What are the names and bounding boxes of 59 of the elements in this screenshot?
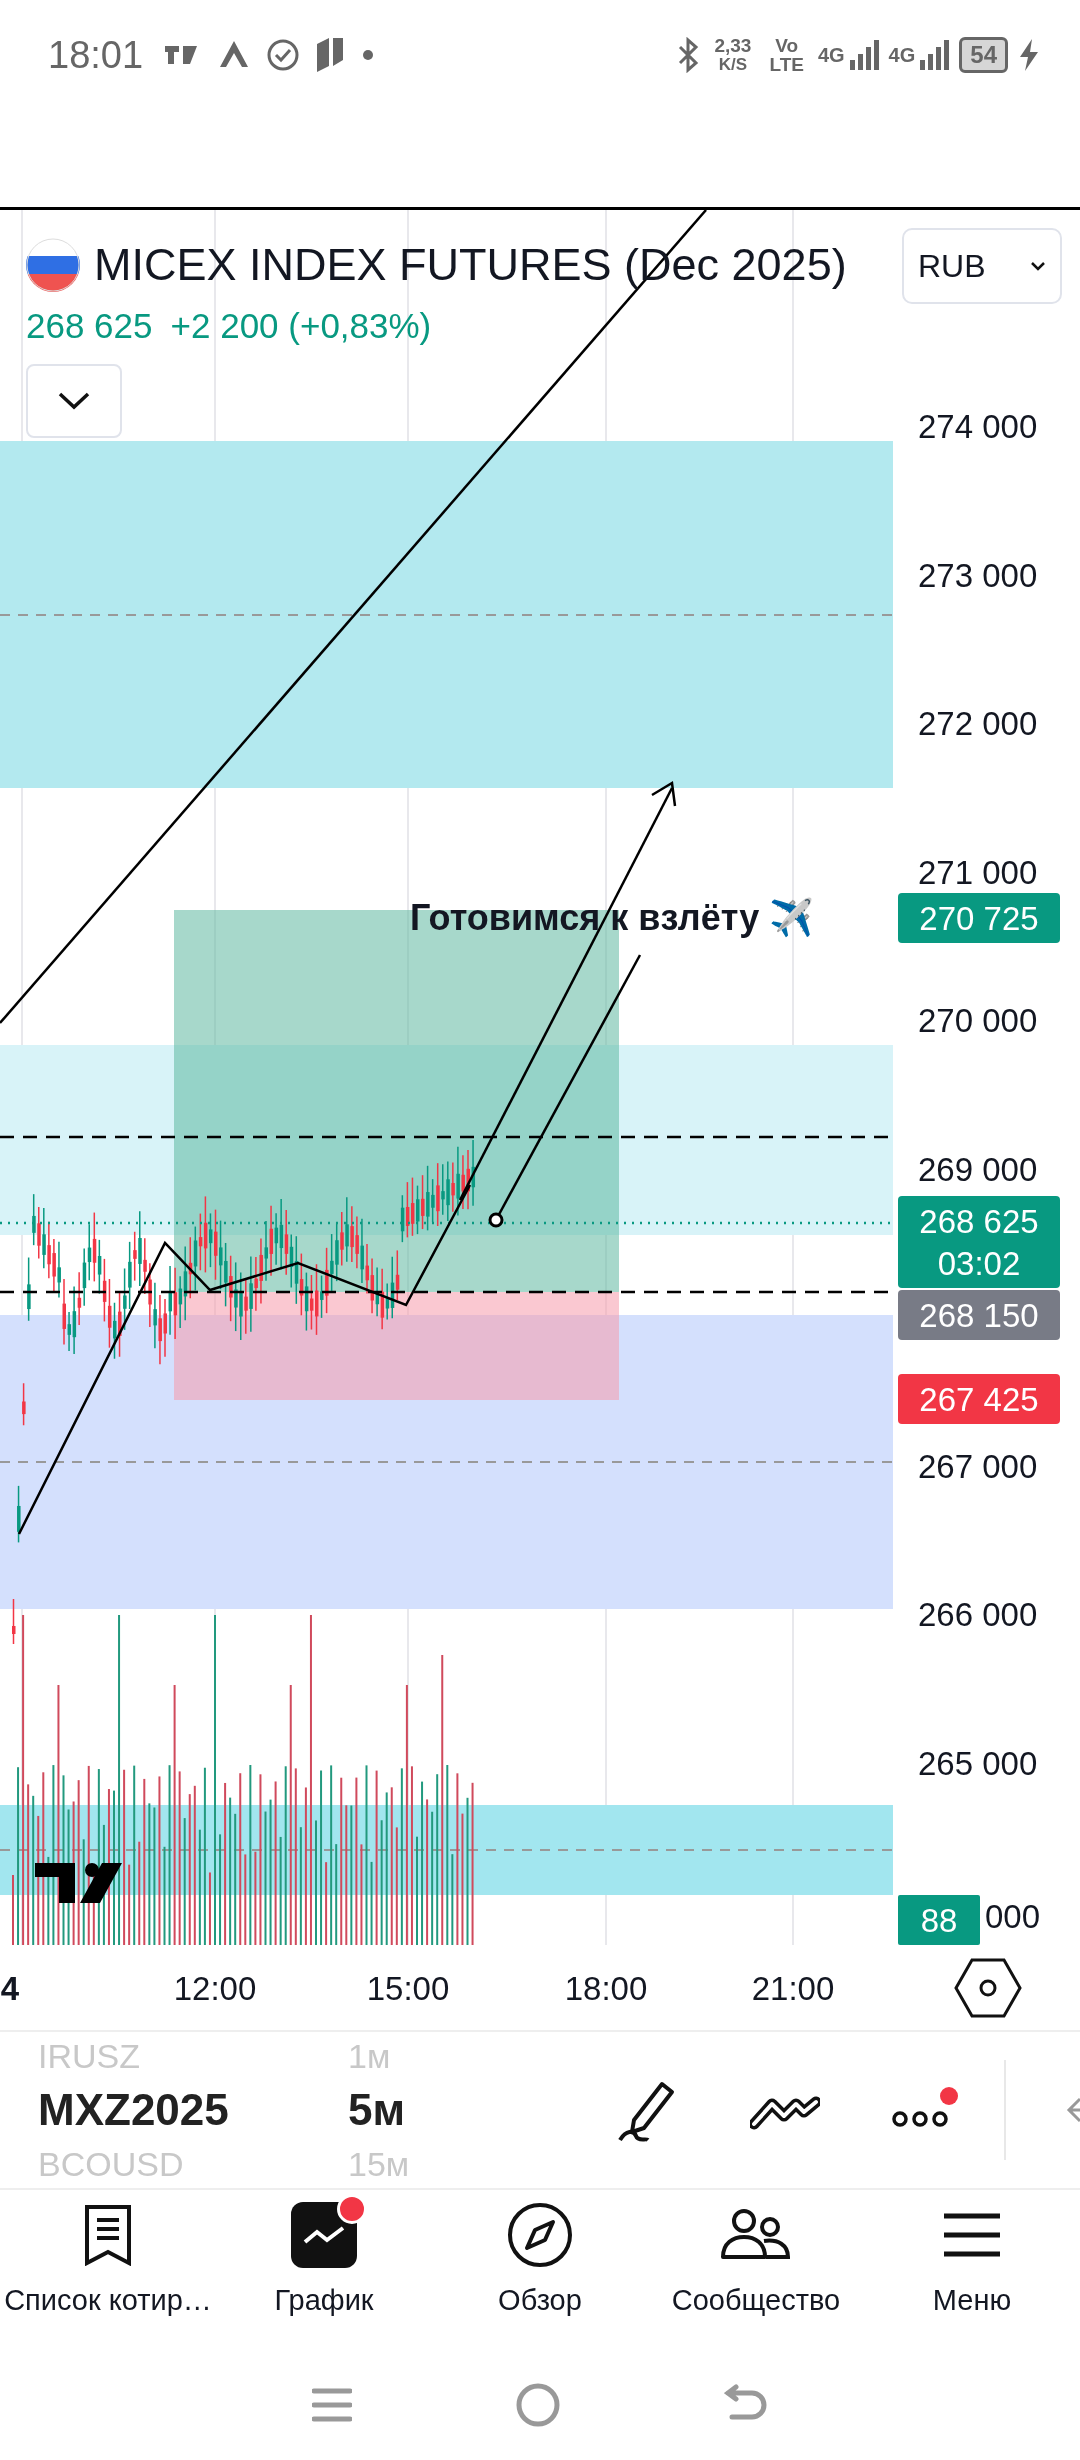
settings-icon[interactable]: [954, 1958, 1022, 2018]
price-axis-label: 266 000: [918, 1596, 1038, 1633]
nav-tab[interactable]: Меню: [864, 2200, 1080, 2350]
nav-tab[interactable]: Обзор: [432, 2200, 648, 2350]
price-tag: 268 150: [898, 1290, 1060, 1340]
nav-tab[interactable]: График: [216, 2200, 432, 2350]
price-axis-label: 269 000: [918, 1150, 1038, 1188]
check-circle-icon: [267, 39, 300, 71]
price-axis-label: 265 000: [918, 1744, 1038, 1782]
time-axis-label: 12:00: [173, 1970, 257, 2007]
time-axis-label: 18:00: [564, 1970, 648, 2007]
price-tag: 268 625 03:02: [898, 1196, 1060, 1288]
speed-unit: K/S: [718, 55, 748, 74]
network-type: 4G: [817, 44, 845, 67]
time-axis-label: 4: [0, 1970, 20, 2007]
price-axis-label: 271 000: [918, 853, 1038, 891]
currency-dropdown[interactable]: RUB: [902, 228, 1062, 304]
time-axis-label: 21:00: [751, 1970, 835, 2007]
network-speed: 2,33: [714, 36, 752, 55]
dot-icon: [363, 50, 374, 60]
interval-option[interactable]: 5м: [348, 2085, 406, 2135]
network-type: 4G: [888, 44, 916, 67]
price-axis-label: 000: [985, 1898, 1041, 1935]
chart-annotation: Готовимся к взлёту ✈: [410, 897, 815, 938]
list-icon: [83, 2204, 133, 2266]
nav-tab[interactable]: Сообщество: [648, 2200, 864, 2350]
last-price: 268 625: [26, 306, 153, 346]
clock-time: 18:01: [48, 33, 144, 77]
price-tag: 270 725: [898, 893, 1060, 943]
home-icon[interactable]: [516, 2383, 560, 2427]
time-axis-label: 15:00: [366, 1970, 450, 2007]
chevron-icon: [1030, 261, 1046, 271]
chevron-icon: [57, 391, 91, 411]
price-axis-label: 270 000: [918, 1002, 1038, 1039]
app-icon: [317, 38, 346, 72]
symbol-option[interactable]: MXZ2025: [38, 2085, 348, 2135]
price-tag: 267 425: [898, 1374, 1060, 1424]
bluetooth-icon: [676, 37, 701, 73]
price-axis-label: 267 000: [918, 1447, 1038, 1485]
chart-icon: [291, 2202, 357, 2268]
menu-icon: [944, 2212, 1000, 2258]
signal-icon: [919, 38, 950, 72]
signal-icon: [848, 38, 879, 72]
flag-icon: [26, 238, 80, 292]
price-change: +2 200 (+0,83%): [170, 306, 432, 346]
recent-apps-icon[interactable]: [312, 2388, 352, 2422]
price-axis-label: 272 000: [918, 705, 1038, 742]
volte-label: Vo: [775, 36, 799, 55]
battery-indicator: 54: [959, 37, 1008, 73]
charging-icon: [1018, 38, 1040, 72]
nav-tab[interactable]: Список котир…: [0, 2200, 216, 2350]
volte-label: LTE: [769, 55, 804, 74]
volume-tag: 88: [898, 1895, 980, 1945]
logo-icon: [35, 1863, 122, 1903]
expand-button[interactable]: [26, 364, 122, 438]
price-axis-label: 273 000: [918, 556, 1038, 594]
compass-icon: [507, 2202, 573, 2268]
triangle-icon: [219, 41, 250, 69]
price-axis-label: 274 000: [918, 408, 1038, 445]
